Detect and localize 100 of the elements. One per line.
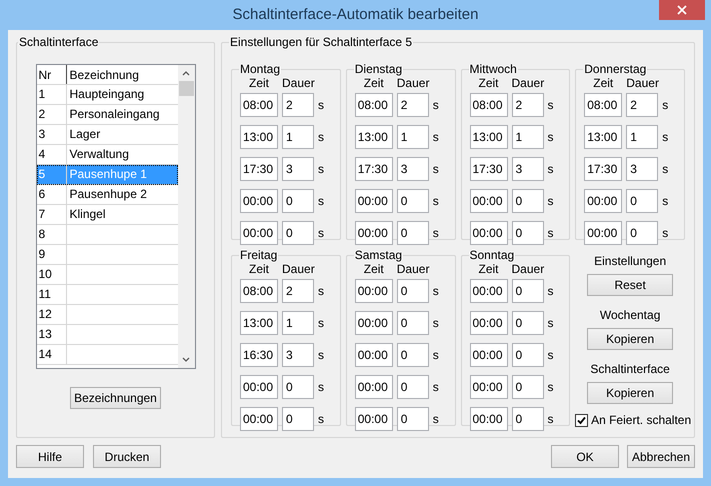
duration-field[interactable]: 3 [626,157,658,181]
time-field[interactable]: 00:00 [470,221,508,245]
duration-field[interactable]: 0 [512,343,544,367]
duration-field[interactable]: 0 [396,279,429,303]
list-row[interactable]: 10 [36,265,178,285]
time-field[interactable]: 00:00 [584,189,622,213]
time-field[interactable]: 08:00 [240,279,278,303]
time-field[interactable]: 00:00 [584,221,622,245]
time-field[interactable]: 00:00 [470,311,508,335]
footer-button[interactable]: Drucken [93,445,161,468]
duration-field[interactable]: 0 [512,375,544,399]
duration-field[interactable]: 2 [626,93,658,117]
time-field[interactable]: 00:00 [470,343,508,367]
duration-field[interactable]: 0 [396,189,429,213]
duration-field[interactable]: 0 [282,189,314,213]
duration-field[interactable]: 1 [396,125,429,149]
day-title: Dienstag [354,61,404,78]
duration-field[interactable]: 2 [282,93,314,117]
time-field[interactable]: 00:00 [354,311,393,335]
duration-field[interactable]: 3 [512,157,544,181]
time-field[interactable]: 17:30 [240,157,278,181]
time-field[interactable]: 13:00 [354,125,393,149]
time-field[interactable]: 00:00 [470,279,508,303]
column-header[interactable]: Nr [36,65,66,84]
list-row[interactable]: 3 Lager [36,125,178,145]
duration-field[interactable]: 0 [396,343,429,367]
time-field[interactable]: 08:00 [354,93,393,117]
time-field[interactable]: 08:00 [584,93,622,117]
duration-field[interactable]: 0 [396,407,429,431]
duration-field[interactable]: 2 [512,93,544,117]
duration-field[interactable]: 0 [282,221,314,245]
time-field[interactable]: 00:00 [470,407,508,431]
scroll-down-icon[interactable] [182,357,190,362]
unit-label: s [548,347,554,364]
list-row[interactable]: 14 [36,345,178,365]
duration-field[interactable]: 0 [512,279,544,303]
time-field[interactable]: 00:00 [240,407,278,431]
list-row[interactable]: 2 Personaleingang [36,105,178,125]
time-field[interactable]: 08:00 [240,93,278,117]
duration-field[interactable]: 1 [282,311,314,335]
time-field[interactable]: 00:00 [470,189,508,213]
list-row[interactable]: 6 Pausenhupe 2 [36,185,178,205]
list-row[interactable]: 9 [36,245,178,265]
action-button[interactable]: Kopieren [587,382,674,404]
duration-field[interactable]: 0 [396,311,429,335]
duration-field[interactable]: 1 [282,125,314,149]
names-button[interactable]: Bezeichnungen [70,387,161,409]
duration-field[interactable]: 1 [512,125,544,149]
time-field[interactable]: 00:00 [354,343,393,367]
list-row[interactable]: 13 [36,325,178,345]
time-field[interactable]: 13:00 [470,125,508,149]
duration-field[interactable]: 0 [396,375,429,399]
time-field[interactable]: 13:00 [240,311,278,335]
duration-field[interactable]: 1 [626,125,658,149]
list-row[interactable]: 1 Haupteingang [36,85,178,105]
time-field[interactable]: 00:00 [240,221,278,245]
time-field[interactable]: 00:00 [240,375,278,399]
footer-button[interactable]: Hilfe [16,445,84,468]
scroll-up-icon[interactable] [182,71,190,76]
duration-field[interactable]: 0 [512,221,544,245]
list-row[interactable]: 8 [36,225,178,245]
duration-field[interactable]: 0 [626,221,658,245]
time-field[interactable]: 16:30 [240,343,278,367]
time-field[interactable]: 00:00 [354,189,393,213]
time-field[interactable]: 13:00 [584,125,622,149]
scrollbar[interactable] [178,65,194,368]
time-field[interactable]: 17:30 [354,157,393,181]
duration-field[interactable]: 0 [282,407,314,431]
column-header[interactable]: Bezeichnung [66,65,178,84]
time-field[interactable]: 00:00 [354,375,393,399]
duration-field[interactable]: 2 [396,93,429,117]
time-field[interactable]: 13:00 [240,125,278,149]
duration-field[interactable]: 0 [282,375,314,399]
list-row[interactable]: 11 [36,285,178,305]
duration-field[interactable]: 0 [512,189,544,213]
time-field[interactable]: 00:00 [354,279,393,303]
scroll-thumb[interactable] [178,81,194,96]
duration-field[interactable]: 2 [282,279,314,303]
duration-field[interactable]: 3 [396,157,429,181]
footer-button[interactable]: Abbrechen [627,445,695,468]
time-field[interactable]: 00:00 [354,221,393,245]
time-field[interactable]: 08:00 [470,93,508,117]
time-field[interactable]: 00:00 [240,189,278,213]
duration-field[interactable]: 0 [626,189,658,213]
list-row[interactable]: 7 Klingel [36,205,178,225]
duration-field[interactable]: 0 [512,407,544,431]
time-field[interactable]: 00:00 [354,407,393,431]
duration-field[interactable]: 0 [512,311,544,335]
time-field[interactable]: 17:30 [470,157,508,181]
time-field[interactable]: 17:30 [584,157,622,181]
close-button[interactable] [659,0,705,20]
duration-field[interactable]: 3 [282,157,314,181]
action-button[interactable]: Reset [587,274,674,296]
time-field[interactable]: 00:00 [470,375,508,399]
holiday-checkbox[interactable]: An Feiert. schalten [575,411,692,429]
list-row[interactable]: 12 [36,305,178,325]
duration-field[interactable]: 3 [282,343,314,367]
footer-button[interactable]: OK [551,445,619,468]
duration-field[interactable]: 0 [396,221,429,245]
action-button[interactable]: Kopieren [587,328,674,350]
